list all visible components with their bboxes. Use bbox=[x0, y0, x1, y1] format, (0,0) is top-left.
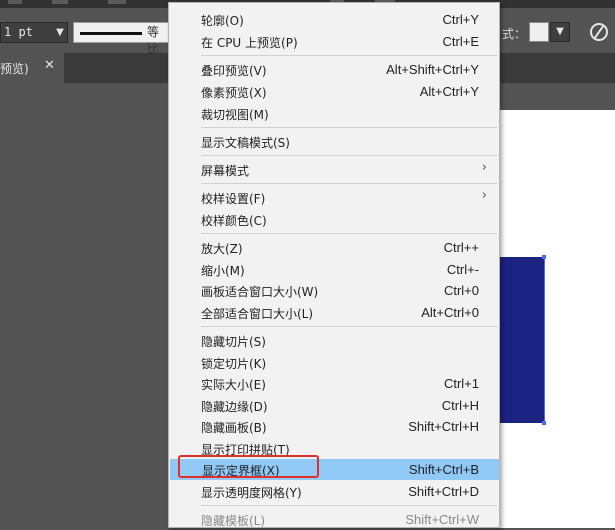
anchor-point[interactable] bbox=[542, 421, 546, 425]
chevron-down-icon[interactable]: ▼ bbox=[550, 22, 570, 42]
globe-icon[interactable] bbox=[590, 23, 608, 41]
menu-item-show-transparency-grid[interactable]: 显示透明度网格(Y) Shift+Ctrl+D bbox=[169, 481, 499, 502]
stroke-profile-preview bbox=[80, 32, 142, 35]
menu-item-fit-artboard[interactable]: 画板适合窗口大小(W) Ctrl+0 bbox=[169, 280, 499, 301]
menu-item-zoom-out[interactable]: 缩小(M) Ctrl+- bbox=[169, 259, 499, 280]
menu-separator bbox=[201, 55, 497, 56]
menu-item-proof-setup[interactable]: 校样设置(F) › bbox=[169, 187, 499, 208]
menu-item-preview-on-cpu[interactable]: 在 CPU 上预览(P) Ctrl+E bbox=[169, 31, 499, 52]
menu-item-lock-slices[interactable]: 锁定切片(K) bbox=[169, 352, 499, 373]
menu-item-screen-mode[interactable]: 屏幕模式 › bbox=[169, 159, 499, 180]
menu-bar-item[interactable] bbox=[8, 0, 22, 4]
menu-item-outline[interactable]: 轮廓(O) Ctrl+Y bbox=[169, 9, 499, 30]
menu-item-overprint-preview[interactable]: 叠印预览(V) Alt+Shift+Ctrl+Y bbox=[169, 59, 499, 80]
anchor-point[interactable] bbox=[542, 255, 546, 259]
selected-rectangle[interactable] bbox=[498, 257, 545, 423]
menu-separator bbox=[201, 155, 497, 156]
menu-item-trim-view[interactable]: 裁切视图(M) bbox=[169, 103, 499, 124]
menu-separator bbox=[201, 505, 497, 506]
stroke-profile-select[interactable]: 等比 bbox=[73, 22, 169, 56]
document-tab[interactable]: 预览) ✕ bbox=[0, 53, 64, 83]
menu-separator bbox=[201, 183, 497, 184]
menu-item-pixel-preview[interactable]: 像素预览(X) Alt+Ctrl+Y bbox=[169, 81, 499, 102]
menu-separator bbox=[201, 326, 497, 327]
menu-separator bbox=[201, 127, 497, 128]
document-tab-title: 预览) bbox=[0, 62, 29, 76]
menu-item-hide-slices[interactable]: 隐藏切片(S) bbox=[169, 330, 499, 351]
menu-item-proof-colors[interactable]: 校样颜色(C) bbox=[169, 209, 499, 230]
menu-item-actual-size[interactable]: 实际大小(E) Ctrl+1 bbox=[169, 373, 499, 394]
menu-item-presentation-mode[interactable]: 显示文稿模式(S) bbox=[169, 131, 499, 152]
style-label: 式： bbox=[502, 27, 527, 41]
menu-item-hide-artboards[interactable]: 隐藏画板(B) Shift+Ctrl+H bbox=[169, 416, 499, 437]
menu-item-hide-template: 隐藏模板(L) Shift+Ctrl+W bbox=[201, 512, 479, 528]
chevron-right-icon: › bbox=[481, 160, 487, 175]
stroke-weight-select[interactable]: 1 pt ▼ bbox=[0, 22, 68, 43]
chevron-down-icon[interactable]: ▼ bbox=[52, 24, 68, 41]
stroke-weight-value: 1 pt bbox=[4, 25, 33, 39]
menu-bar-item[interactable] bbox=[108, 0, 126, 4]
menu-item-fit-all[interactable]: 全部适合窗口大小(L) Alt+Ctrl+0 bbox=[169, 302, 499, 323]
view-menu: 轮廓(O) Ctrl+Y 在 CPU 上预览(P) Ctrl+E 叠印预览(V) Al… bbox=[168, 2, 500, 528]
style-swatch[interactable] bbox=[529, 22, 549, 42]
menu-separator bbox=[201, 233, 497, 234]
menu-bar-item[interactable] bbox=[52, 0, 68, 4]
annotation-highlight-box bbox=[178, 455, 319, 478]
menu-item-zoom-in[interactable]: 放大(Z) Ctrl++ bbox=[169, 237, 499, 258]
menu-item-hide-edges[interactable]: 隐藏边缘(D) Ctrl+H bbox=[169, 395, 499, 416]
close-icon[interactable]: ✕ bbox=[44, 58, 55, 73]
chevron-right-icon: › bbox=[481, 188, 487, 203]
